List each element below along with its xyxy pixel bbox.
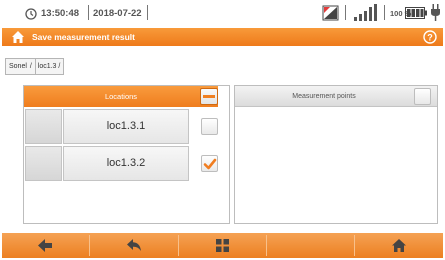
measurement-points-header-label: Measurement points bbox=[292, 93, 356, 100]
location-checkbox[interactable] bbox=[201, 118, 218, 135]
home-button[interactable] bbox=[355, 233, 443, 258]
grid-menu-icon bbox=[216, 239, 229, 252]
status-date: 2018-07-22 bbox=[93, 8, 142, 19]
minus-icon bbox=[203, 95, 215, 98]
status-time: 13:50:48 bbox=[41, 8, 80, 19]
bottom-toolbar bbox=[2, 233, 443, 258]
page-title: Save measurement result bbox=[32, 32, 135, 42]
checkmark-icon bbox=[203, 158, 217, 170]
location-name[interactable]: loc1.3.2 bbox=[63, 146, 189, 181]
location-row[interactable]: loc1.3.1 bbox=[25, 109, 219, 144]
menu-button[interactable] bbox=[179, 233, 266, 258]
locations-header: Locations bbox=[24, 86, 218, 107]
arrow-left-icon bbox=[38, 239, 52, 252]
breadcrumb-current[interactable]: loc1.3 / bbox=[34, 59, 60, 74]
location-checkbox[interactable] bbox=[201, 155, 218, 172]
divider bbox=[384, 5, 385, 20]
signal-icon bbox=[354, 4, 377, 21]
location-row[interactable]: loc1.3.2 bbox=[25, 146, 219, 181]
divider bbox=[88, 5, 89, 20]
breadcrumb-root[interactable]: Sonel bbox=[9, 59, 27, 74]
row-handle[interactable] bbox=[25, 109, 62, 144]
help-icon[interactable]: ? bbox=[423, 30, 437, 44]
location-name[interactable]: loc1.3.1 bbox=[63, 109, 189, 144]
empty-toolbar-slot bbox=[267, 233, 354, 258]
plug-icon bbox=[431, 4, 440, 21]
locations-panel: Locations loc1.3.1 loc1.3.2 bbox=[23, 85, 230, 224]
breadcrumb: Sonel / loc1.3 / bbox=[5, 58, 65, 75]
select-all-points-checkbox[interactable] bbox=[414, 88, 431, 105]
measurement-points-header: Measurement points bbox=[235, 86, 437, 107]
divider bbox=[345, 5, 346, 20]
recorder-icon bbox=[322, 5, 339, 21]
select-all-locations-checkbox[interactable] bbox=[200, 88, 218, 105]
svg-text:?: ? bbox=[427, 33, 433, 43]
breadcrumb-separator: / bbox=[29, 63, 32, 70]
title-bar: Save measurement result ? bbox=[2, 28, 443, 46]
clock-icon bbox=[25, 8, 37, 20]
divider bbox=[147, 5, 148, 20]
status-bar: 13:50:48 2018-07-22 100 % bbox=[0, 0, 445, 27]
previous-button[interactable] bbox=[2, 233, 89, 258]
locations-header-label: Locations bbox=[104, 92, 138, 101]
row-handle[interactable] bbox=[25, 146, 62, 181]
back-button[interactable] bbox=[90, 233, 178, 258]
battery-icon bbox=[405, 7, 427, 19]
measurement-points-panel: Measurement points bbox=[234, 85, 438, 224]
back-icon bbox=[127, 239, 141, 251]
home-icon[interactable] bbox=[11, 30, 25, 44]
home-icon bbox=[392, 239, 406, 252]
